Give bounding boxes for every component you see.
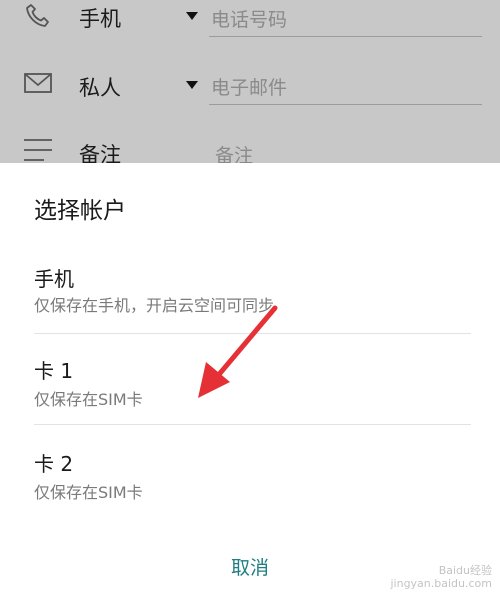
- red-arrow-annotation: [198, 305, 278, 398]
- watermark: Baidu经验 jingyan.baidu.com: [390, 564, 492, 590]
